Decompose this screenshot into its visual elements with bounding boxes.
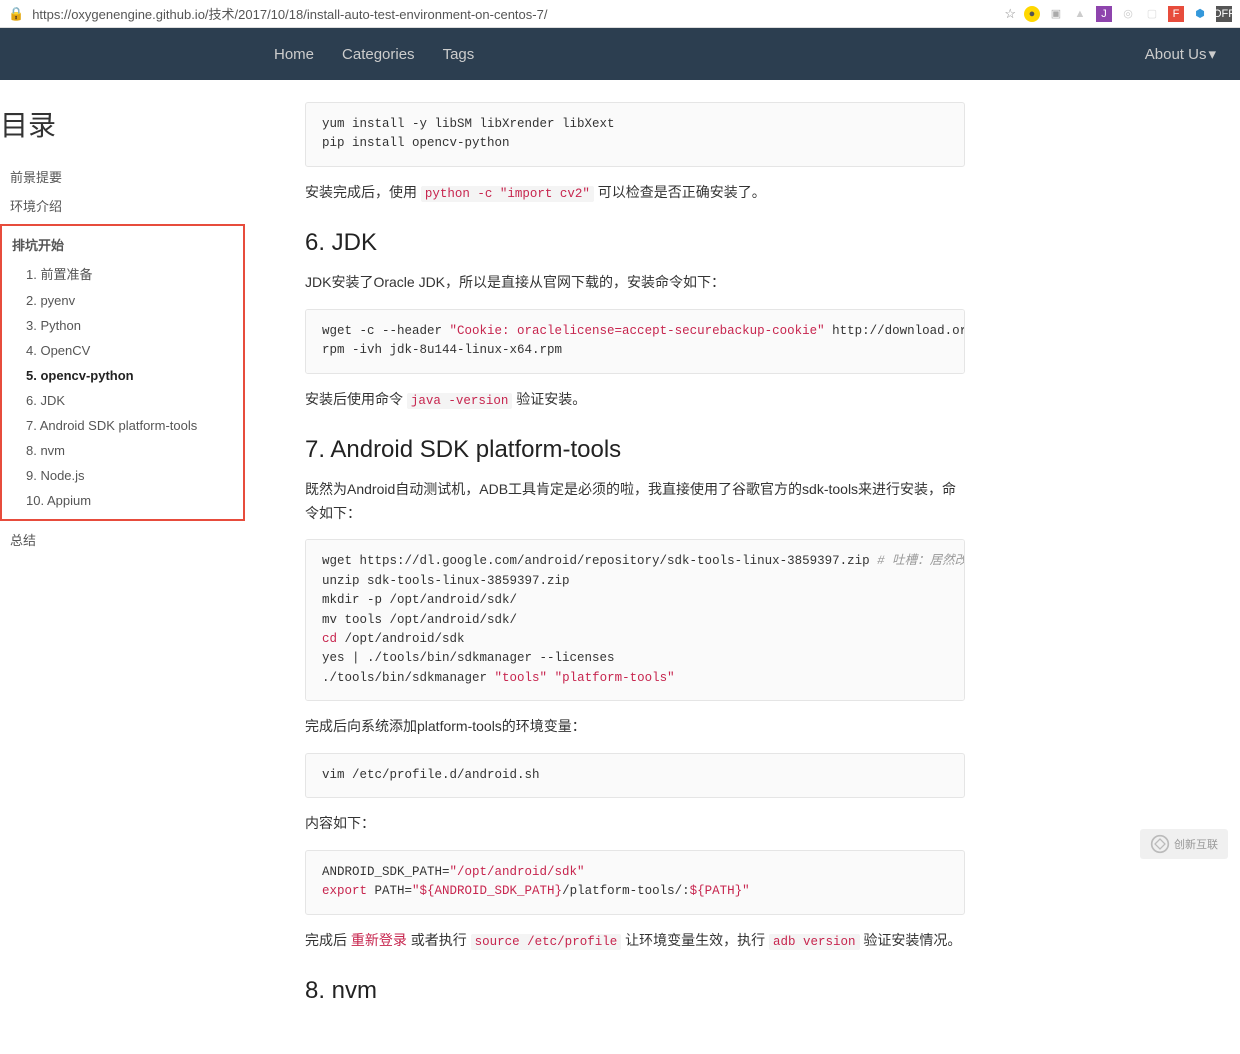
toc-item[interactable]: 总结	[0, 525, 245, 554]
ext-icon-5[interactable]: ◎	[1120, 6, 1136, 22]
toc-item[interactable]: 1. 前置准备	[2, 259, 243, 288]
logo-icon	[1150, 834, 1170, 854]
toc-title: 目录	[0, 104, 245, 144]
ext-icon-1[interactable]: ●	[1024, 6, 1040, 22]
lock-icon: 🔒	[8, 6, 24, 22]
code-block-jdk: wget -c --header "Cookie: oraclelicense=…	[305, 309, 965, 374]
chevron-down-icon: ▾	[1208, 45, 1216, 63]
toc-item[interactable]: 9. Node.js	[2, 463, 243, 488]
toc-item[interactable]: 5. opencv-python	[2, 363, 243, 388]
nav-categories[interactable]: Categories	[342, 46, 415, 63]
para-content-follows: 内容如下：	[305, 812, 965, 836]
code-block-android: wget https://dl.google.com/android/repos…	[305, 539, 965, 701]
para-env-var: 完成后向系统添加platform-tools的环境变量：	[305, 715, 965, 739]
watermark: 创新互联	[1140, 829, 1228, 859]
para-opencv-check: 安装完成后，使用 python -c "import cv2" 可以检查是否正确…	[305, 181, 965, 205]
nav-about[interactable]: About Us▾	[1145, 45, 1216, 63]
toc-item[interactable]: 10. Appium	[2, 488, 243, 513]
para-jdk-intro: JDK安装了Oracle JDK，所以是直接从官网下载的，安装命令如下：	[305, 271, 965, 295]
inline-code: java -version	[407, 393, 513, 409]
heading-nvm: 8. nvm	[305, 977, 965, 1005]
inline-code: adb version	[769, 934, 860, 950]
toc-item[interactable]: 2. pyenv	[2, 288, 243, 313]
ext-icon-6[interactable]: ▢	[1144, 6, 1160, 22]
ext-icon-9[interactable]: OFF	[1216, 6, 1232, 22]
heading-jdk: 6. JDK	[305, 229, 965, 257]
toc-item[interactable]: 3. Python	[2, 313, 243, 338]
toc-item[interactable]: 4. OpenCV	[2, 338, 243, 363]
browser-url-bar: 🔒 https://oxygenengine.github.io/技术/2017…	[0, 0, 1240, 28]
nav-tags[interactable]: Tags	[443, 46, 475, 63]
toc-item[interactable]: 环境介绍	[0, 191, 245, 220]
para-adb-verify: 完成后 重新登录 或者执行 source /etc/profile 让环境变量生…	[305, 929, 965, 953]
para-android-intro: 既然为Android自动测试机，ADB工具肯定是必须的啦，我直接使用了谷歌官方的…	[305, 478, 965, 526]
extension-icons: ● ▣ ▲ J ◎ ▢ F ⬢ OFF	[1024, 6, 1232, 22]
code-block-env: ANDROID_SDK_PATH="/opt/android/sdk" expo…	[305, 850, 965, 915]
toc-item[interactable]: 排坑开始	[2, 230, 243, 259]
toc-item[interactable]: 7. Android SDK platform-tools	[2, 413, 243, 438]
inline-code: source /etc/profile	[471, 934, 622, 950]
main-content: yum install -y libSM libXrender libXext …	[245, 80, 1005, 1054]
code-block-opencv: yum install -y libSM libXrender libXext …	[305, 102, 965, 167]
toc-item[interactable]: 8. nvm	[2, 438, 243, 463]
heading-android-sdk: 7. Android SDK platform-tools	[305, 436, 965, 464]
nav-home[interactable]: Home	[274, 46, 314, 63]
ext-icon-2[interactable]: ▣	[1048, 6, 1064, 22]
star-icon[interactable]: ☆	[1004, 6, 1016, 22]
sidebar-toc: 目录 前景提要环境介绍 排坑开始1. 前置准备2. pyenv3. Python…	[0, 80, 245, 1054]
code-block-vim: vim /etc/profile.d/android.sh	[305, 753, 965, 798]
toc-item[interactable]: 前景提要	[0, 162, 245, 191]
url-text[interactable]: https://oxygenengine.github.io/技术/2017/1…	[32, 4, 996, 23]
toc-highlight-box: 排坑开始1. 前置准备2. pyenv3. Python4. OpenCV5. …	[0, 224, 245, 521]
navbar: Home Categories Tags About Us▾	[0, 28, 1240, 80]
para-jdk-verify: 安装后使用命令 java -version 验证安装。	[305, 388, 965, 412]
ext-icon-7[interactable]: F	[1168, 6, 1184, 22]
inline-code: python -c "import cv2"	[421, 186, 594, 202]
ext-icon-3[interactable]: ▲	[1072, 6, 1088, 22]
ext-icon-4[interactable]: J	[1096, 6, 1112, 22]
ext-icon-8[interactable]: ⬢	[1192, 6, 1208, 22]
toc-item[interactable]: 6. JDK	[2, 388, 243, 413]
